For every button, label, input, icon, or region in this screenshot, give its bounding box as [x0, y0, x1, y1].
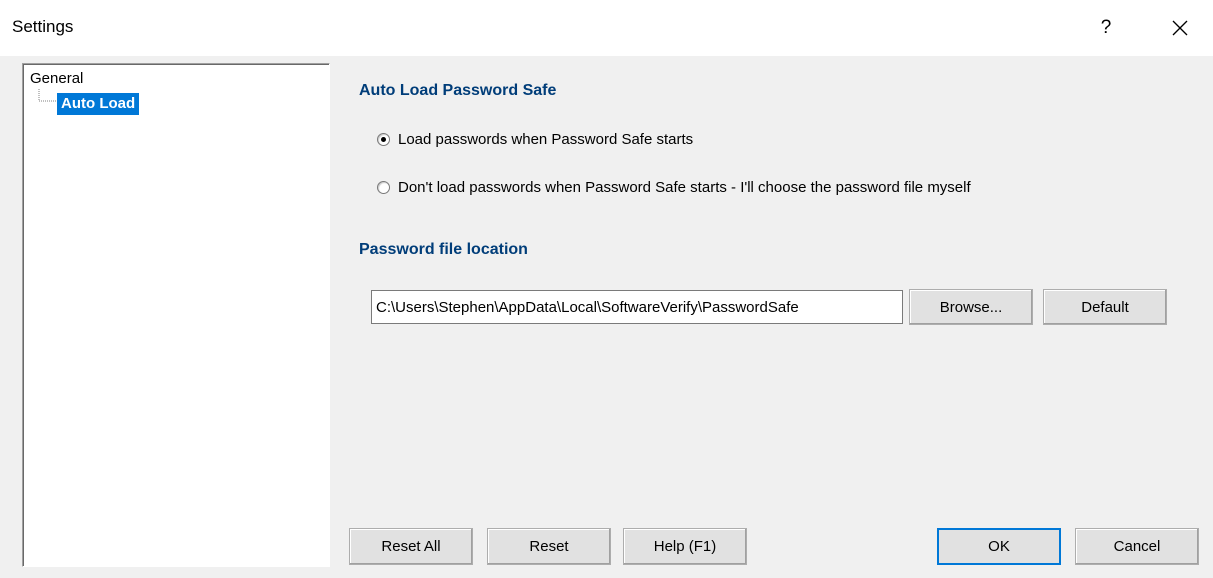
radio-button-unchecked[interactable]: [377, 181, 390, 194]
reset-all-button[interactable]: Reset All: [349, 528, 473, 565]
password-file-path-input[interactable]: [371, 290, 903, 324]
close-icon: [1172, 20, 1188, 36]
window-title: Settings: [12, 17, 74, 36]
reset-button[interactable]: Reset: [487, 528, 611, 565]
ok-button[interactable]: OK: [937, 528, 1061, 565]
radio-button-checked[interactable]: [377, 133, 390, 146]
browse-button[interactable]: Browse...: [909, 289, 1033, 325]
radio-load-label: Load passwords when Password Safe starts: [398, 131, 694, 148]
default-button[interactable]: Default: [1043, 289, 1167, 325]
question-icon: ?: [1100, 17, 1112, 38]
close-button[interactable]: [1158, 6, 1202, 50]
cancel-button[interactable]: Cancel: [1075, 528, 1199, 565]
radio-dont-load[interactable]: Don't load passwords when Password Safe …: [377, 179, 971, 196]
auto-load-heading: Auto Load Password Safe: [359, 82, 557, 99]
help-button[interactable]: Help (F1): [623, 528, 747, 565]
radio-load-on-start[interactable]: Load passwords when Password Safe starts: [377, 131, 693, 148]
settings-tree[interactable]: General Auto Load: [22, 63, 330, 567]
file-location-heading: Password file location: [359, 241, 528, 258]
tree-connector-lines: [38, 89, 56, 102]
help-title-button[interactable]: ?: [1084, 6, 1128, 50]
tree-item-general[interactable]: General: [28, 69, 85, 88]
radio-dont-load-label: Don't load passwords when Password Safe …: [398, 179, 971, 196]
settings-dialog: Settings ? General Auto Load Auto Load P…: [0, 0, 1213, 578]
title-bar: Settings ?: [0, 0, 1213, 56]
tree-item-auto-load[interactable]: Auto Load: [57, 93, 140, 115]
